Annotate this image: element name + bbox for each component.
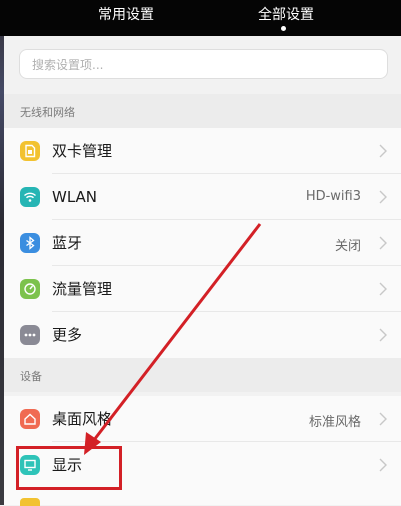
annotation-arrow — [84, 223, 262, 455]
